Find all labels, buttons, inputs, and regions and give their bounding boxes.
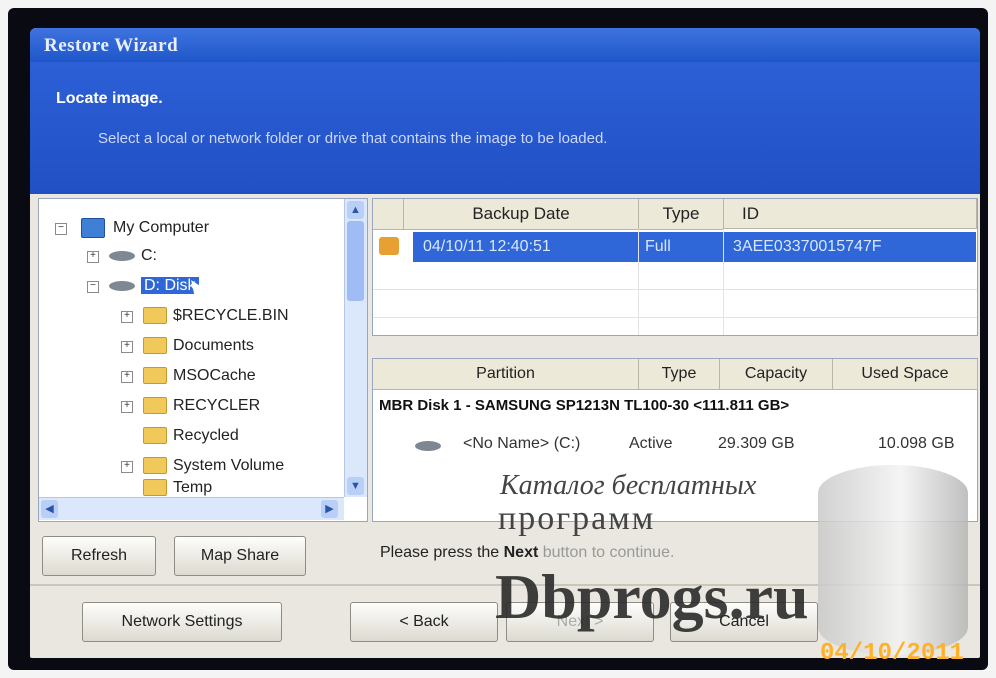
column-header-partition[interactable]: Partition [373, 359, 639, 390]
column-header-capacity[interactable]: Capacity [720, 359, 833, 390]
watermark-programs: программ [498, 500, 656, 537]
network-settings-button[interactable]: Network Settings [82, 602, 282, 642]
folder-icon [143, 479, 167, 497]
tree-node-folder[interactable]: $RECYCLE.BIN [143, 304, 289, 328]
column-header-backup-date[interactable]: Backup Date [404, 199, 639, 230]
backup-row-selected[interactable]: 04/10/11 12:40:51 Full 3AEE03370015747F [413, 232, 976, 262]
tree-node-label: MSOCache [173, 367, 256, 384]
tree-node-folder[interactable]: MSOCache [143, 364, 256, 388]
title-bar: Restore Wizard [30, 28, 980, 62]
tree-node-folder[interactable]: RECYCLER [143, 394, 260, 418]
expand-icon[interactable]: + [121, 461, 133, 473]
folder-tree[interactable]: − My Computer + C: − D: Disk + $RECYCLE.… [38, 198, 368, 522]
expand-icon[interactable]: + [121, 401, 133, 413]
folder-icon [143, 307, 167, 325]
collapse-icon[interactable]: − [87, 281, 99, 293]
page-heading: Locate image. [56, 90, 163, 107]
map-share-button[interactable]: Map Share [174, 536, 306, 576]
tree-node-label: Documents [173, 337, 254, 354]
tree-node-label: C: [141, 247, 157, 264]
expand-icon[interactable]: + [87, 251, 99, 263]
backup-image-icon [379, 237, 399, 255]
backup-type: Full [645, 238, 671, 255]
watermark-site: Dbprogs.ru [495, 561, 809, 632]
tree-node-my-computer[interactable]: My Computer [81, 216, 209, 240]
column-header-type[interactable]: Type [639, 359, 720, 390]
drive-icon [109, 250, 135, 261]
grid-line [723, 229, 724, 335]
expand-icon[interactable]: + [121, 341, 133, 353]
expand-icon[interactable]: + [121, 311, 133, 323]
scroll-up-icon[interactable]: ▲ [347, 201, 364, 219]
refresh-button[interactable]: Refresh [42, 536, 156, 576]
grid-line [373, 317, 977, 318]
folder-icon [143, 367, 167, 385]
page-subheading: Select a local or network folder or driv… [98, 130, 608, 147]
wizard-header: Locate image. Select a local or network … [30, 62, 980, 194]
vertical-scrollbar[interactable]: ▲ ▼ [344, 199, 367, 497]
column-header-icon [373, 199, 404, 230]
tree-node-drive-c[interactable]: C: [109, 244, 157, 268]
tree-node-folder[interactable]: Recycled [143, 424, 239, 448]
column-header-type[interactable]: Type [639, 199, 724, 230]
folder-icon [143, 457, 167, 475]
drive-icon [109, 280, 135, 291]
computer-icon [81, 217, 105, 238]
partition-drive-icon [415, 441, 441, 451]
window-title: Restore Wizard [44, 35, 179, 56]
instruction-prefix: Please press the [380, 544, 504, 561]
tree-node-label: RECYCLER [173, 397, 261, 414]
folder-icon [143, 337, 167, 355]
column-header-id[interactable]: ID [724, 199, 977, 229]
watermark-cylinder [818, 465, 968, 655]
tree-node-label: My Computer [113, 219, 210, 236]
column-header-used-space[interactable]: Used Space [833, 359, 978, 390]
instruction-next-word: Next [503, 544, 539, 561]
partition-type: Active [629, 435, 673, 452]
grid-line [373, 289, 977, 290]
scrollbar-thumb[interactable] [347, 221, 364, 301]
scroll-right-icon[interactable]: ▶ [321, 500, 338, 518]
grid-line [638, 229, 639, 335]
folder-icon [143, 427, 167, 445]
tree-node-label: Recycled [173, 427, 239, 444]
partition-name[interactable]: <No Name> (C:) [463, 435, 580, 453]
watermark-catalog: Каталог бесплатных [500, 470, 757, 501]
tree-node-folder[interactable]: System Volume [143, 454, 284, 478]
backup-list[interactable]: Backup Date Type ID 04/10/11 12:40:51 Fu… [372, 198, 978, 336]
back-button[interactable]: < Back [350, 602, 498, 642]
tree-node-label: Temp [173, 479, 213, 496]
backup-date: 04/10/11 12:40:51 [423, 238, 551, 255]
scroll-down-icon[interactable]: ▼ [347, 477, 364, 495]
expand-icon[interactable]: + [121, 371, 133, 383]
disk-label: MBR Disk 1 - SAMSUNG SP1213N TL100-30 <1… [379, 397, 790, 414]
folder-icon [143, 397, 167, 415]
tree-node-folder[interactable]: Documents [143, 334, 254, 358]
horizontal-scrollbar[interactable]: ◀ ▶ [39, 497, 344, 520]
partition-used-space: 10.098 GB [878, 435, 955, 452]
tree-node-label: System Volume [173, 457, 285, 474]
collapse-icon[interactable]: − [55, 223, 67, 235]
backup-id: 3AEE03370015747F [733, 238, 882, 255]
photo-date-stamp: 04/10/2011 [820, 640, 965, 667]
partition-capacity: 29.309 GB [718, 435, 795, 452]
tree-node-label: $RECYCLE.BIN [173, 307, 289, 324]
scroll-left-icon[interactable]: ◀ [41, 500, 58, 518]
instruction-suffix: button to continue. [538, 544, 675, 561]
